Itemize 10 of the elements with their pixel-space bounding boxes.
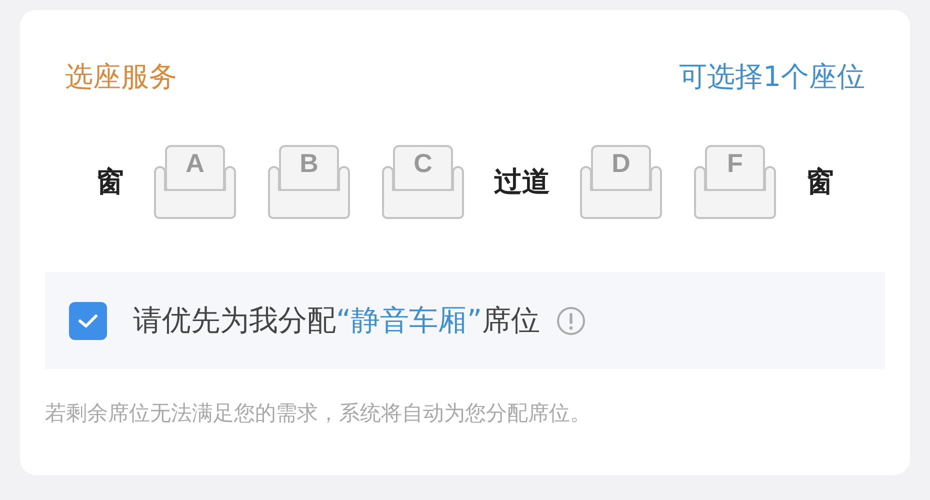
info-icon[interactable] <box>556 306 586 336</box>
checkbox[interactable] <box>69 302 107 340</box>
position-label: 窗 <box>806 164 834 200</box>
section-title: 选座服务 <box>65 59 177 95</box>
check-icon <box>77 312 99 328</box>
position-label: 过道 <box>494 164 550 200</box>
seat-limit-hint: 可选择1个座位 <box>679 59 865 95</box>
position-label: 窗 <box>96 164 124 200</box>
note-text: 若剩余席位无法满足您的需求，系统将自动为您分配席位。 <box>45 400 592 427</box>
option-label: 请优先为我分配“静音车厢”席位 <box>133 302 540 338</box>
